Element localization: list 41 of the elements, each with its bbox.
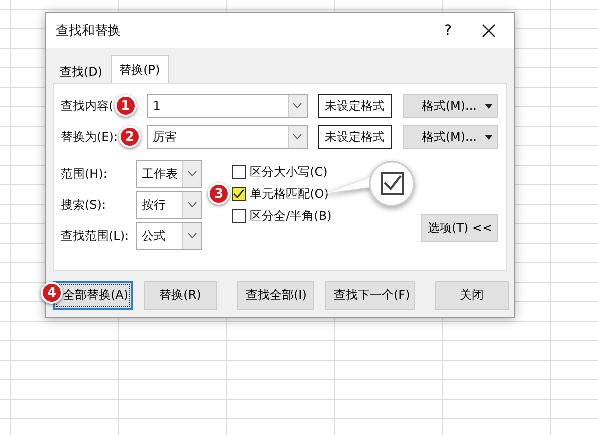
option-label: 搜索(S): (61, 196, 108, 214)
close-icon[interactable] (482, 24, 496, 38)
select-field[interactable]: 工作表 (136, 160, 202, 188)
chevron-icon (293, 103, 302, 109)
checkbox-label: 单元格匹配(O) (250, 186, 329, 202)
format-preview: 未设定格式 (318, 94, 392, 118)
format-preview: 未设定格式 (318, 125, 392, 149)
action-button[interactable]: 替换(R) (144, 281, 217, 310)
chevron-icon (188, 233, 196, 239)
tab[interactable]: 查找(D) (52, 59, 111, 85)
checkbox-label: 区分大小写(C) (250, 164, 328, 180)
format-button[interactable]: 格式(M)... (402, 125, 498, 149)
action-button[interactable]: 关闭 (435, 281, 509, 310)
action-button[interactable]: 查找全部(I) (237, 281, 314, 310)
chevron-icon (293, 134, 302, 140)
step-badge: 1 (114, 95, 137, 117)
checkbox[interactable] (232, 187, 246, 201)
window-title: 查找和替换 (56, 22, 122, 40)
combo-field[interactable]: 厉害 (147, 125, 308, 149)
chevron-icon (188, 202, 196, 208)
dropdown-icon (485, 104, 493, 108)
option-label: 查找范围(L): (61, 228, 130, 244)
select-field[interactable]: 按行 (136, 191, 202, 219)
chevron-icon (188, 171, 196, 177)
select-field[interactable]: 公式 (136, 222, 202, 250)
checkbox[interactable] (232, 209, 246, 223)
checkbox-label: 区分全/半角(B) (250, 208, 332, 224)
option-label: 范围(H): (61, 166, 108, 182)
format-button[interactable]: 格式(M)... (402, 94, 498, 118)
options-button[interactable]: 选项(T) << (421, 214, 498, 242)
field-label: 查找内容( (61, 98, 114, 114)
tab[interactable]: 替换(P) (110, 55, 170, 85)
dropdown-icon (485, 134, 493, 140)
combo-field[interactable]: 1 (147, 94, 308, 118)
checkbox[interactable] (232, 165, 246, 179)
help-button[interactable]: ? (444, 22, 452, 38)
step-badge: 2 (119, 126, 141, 148)
step-badge: 4 (41, 282, 63, 304)
field-label: 替换为(E): (61, 128, 118, 146)
step-badge: 3 (208, 183, 230, 205)
action-button[interactable]: 查找下一个(F) (325, 281, 415, 310)
